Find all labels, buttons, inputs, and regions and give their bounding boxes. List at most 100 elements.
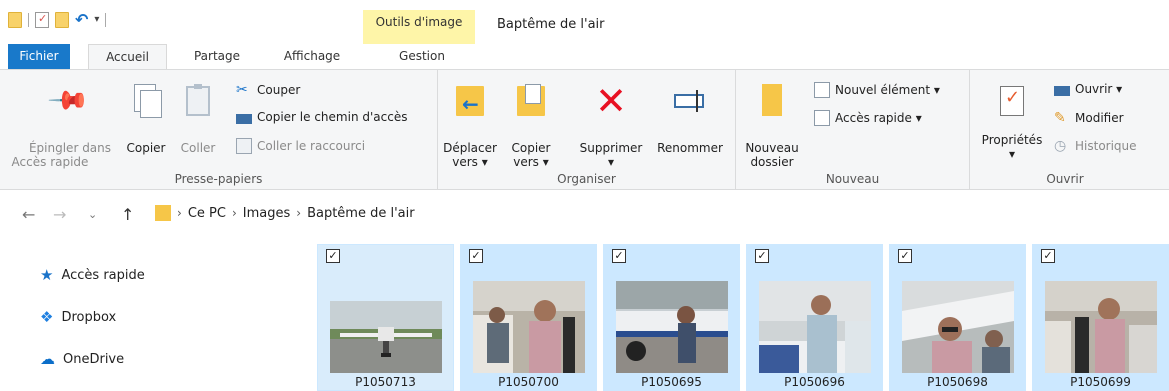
separator bbox=[105, 12, 107, 27]
tab-gestion[interactable]: Gestion bbox=[385, 44, 459, 70]
selection-checkbox[interactable]: ✓ bbox=[326, 249, 340, 263]
star-icon: ★ bbox=[40, 266, 54, 284]
move-to-button[interactable]: ← Déplacer vers ▾ bbox=[442, 84, 498, 169]
delete-button[interactable]: ✕ Supprimer ▾ bbox=[572, 82, 650, 169]
new-item-label: Nouvel élément ▾ bbox=[835, 83, 940, 97]
group-organize: ← Déplacer vers ▾ Copier vers ▾ ✕ Suppri… bbox=[438, 70, 736, 189]
cut-button[interactable]: ✂ Couper bbox=[236, 82, 300, 98]
paste-shortcut-button[interactable]: Coller le raccourci bbox=[236, 138, 365, 154]
properties-check-icon bbox=[996, 84, 1028, 118]
paste-label: Coller bbox=[180, 141, 216, 155]
group-label-open: Ouvrir bbox=[1046, 172, 1084, 186]
dropbox-icon: ❖ bbox=[40, 308, 54, 326]
selection-checkbox[interactable]: ✓ bbox=[469, 249, 483, 263]
file-tile[interactable]: ✓ P1050698 bbox=[889, 244, 1026, 391]
pin-icon: 📌 bbox=[46, 79, 91, 124]
file-name: P1050698 bbox=[927, 375, 988, 389]
nav-item-label: Dropbox bbox=[61, 309, 117, 325]
easy-access-button[interactable]: Accès rapide ▾ bbox=[814, 110, 922, 126]
selection-checkbox[interactable]: ✓ bbox=[612, 249, 626, 263]
image-thumbnail bbox=[330, 301, 442, 373]
file-name: P1050695 bbox=[641, 375, 702, 389]
image-thumbnail bbox=[473, 281, 585, 373]
tab-fichier[interactable]: Fichier bbox=[8, 44, 70, 70]
copy-button[interactable]: Copier bbox=[124, 84, 168, 155]
nav-item-quick-access[interactable]: ★ Accès rapide bbox=[40, 266, 145, 284]
folder-icon[interactable] bbox=[8, 11, 22, 28]
pin-label-line1: Épingler dans bbox=[28, 141, 112, 155]
paste-shortcut-label: Coller le raccourci bbox=[257, 139, 366, 153]
separator bbox=[28, 12, 29, 27]
chevron-right-icon[interactable]: › bbox=[177, 206, 182, 220]
easy-access-label: Accès rapide ▾ bbox=[835, 111, 922, 125]
address-bar[interactable]: › Ce PC › Images › Baptême de l'air bbox=[155, 200, 1169, 226]
new-folder-label-line1: Nouveau bbox=[745, 141, 799, 155]
file-tile[interactable]: ✓ P1050695 bbox=[603, 244, 740, 391]
selection-checkbox[interactable]: ✓ bbox=[1041, 249, 1055, 263]
edit-label: Modifier bbox=[1075, 111, 1124, 125]
file-tile[interactable]: ✓ P1050696 bbox=[746, 244, 883, 391]
new-item-button[interactable]: Nouvel élément ▾ bbox=[814, 82, 940, 98]
properties-button[interactable]: Propriétés ▾ bbox=[976, 84, 1048, 161]
copy-label: Copier bbox=[126, 141, 166, 155]
selection-checkbox[interactable]: ✓ bbox=[755, 249, 769, 263]
file-tile[interactable]: ✓ P1050713 bbox=[317, 244, 454, 391]
breadcrumb-images[interactable]: Images bbox=[243, 206, 291, 221]
navigation-pane: ★ Accès rapide ❖ Dropbox ☁ OneDrive bbox=[0, 240, 310, 391]
ribbon: 📌 Épingler dans Accès rapide Copier Coll… bbox=[0, 69, 1169, 190]
title-bar: ↶ ▾ Outils d'image Baptême de l'air bbox=[0, 0, 1169, 44]
pin-label-line2: Accès rapide bbox=[11, 155, 89, 169]
group-open: Propriétés ▾ Ouvrir ▾ ✎ Modifier ◷ Histo… bbox=[970, 70, 1160, 189]
delete-dropdown-arrow[interactable]: ▾ bbox=[572, 155, 650, 169]
move-to-label-line1: Déplacer bbox=[443, 141, 497, 155]
ribbon-tabs: Fichier Accueil Partage Affichage Gestio… bbox=[0, 42, 1169, 72]
tab-accueil[interactable]: Accueil bbox=[88, 44, 167, 72]
file-tile[interactable]: ✓ P1050699 bbox=[1032, 244, 1169, 391]
breadcrumb-bapteme[interactable]: Baptême de l'air bbox=[307, 206, 415, 221]
tab-partage[interactable]: Partage bbox=[187, 44, 247, 70]
selection-checkbox[interactable]: ✓ bbox=[898, 249, 912, 263]
new-item-icon bbox=[814, 82, 830, 98]
folder-icon bbox=[155, 205, 171, 221]
paste-button[interactable]: Coller bbox=[176, 84, 220, 155]
file-tile[interactable]: ✓ P1050700 bbox=[460, 244, 597, 391]
edit-button[interactable]: ✎ Modifier bbox=[1054, 110, 1124, 126]
new-folder-icon[interactable] bbox=[55, 11, 69, 28]
nav-item-label: Accès rapide bbox=[61, 267, 145, 283]
cut-label: Couper bbox=[257, 83, 301, 97]
properties-icon[interactable] bbox=[35, 11, 49, 28]
open-label: Ouvrir ▾ bbox=[1075, 82, 1123, 96]
chevron-right-icon[interactable]: › bbox=[296, 206, 301, 220]
forward-arrow-icon[interactable]: → bbox=[53, 205, 66, 224]
quick-access-toolbar: ↶ ▾ bbox=[8, 10, 107, 29]
recent-locations-chevron-icon[interactable]: ⌄ bbox=[88, 208, 97, 221]
copy-to-button[interactable]: Copier vers ▾ bbox=[506, 84, 556, 169]
history-button[interactable]: ◷ Historique bbox=[1054, 138, 1137, 154]
copy-icon bbox=[130, 84, 162, 118]
chevron-right-icon[interactable]: › bbox=[232, 206, 237, 220]
file-name: P1050699 bbox=[1070, 375, 1131, 389]
group-label-new: Nouveau bbox=[825, 172, 880, 186]
rename-button[interactable]: Renommer bbox=[652, 84, 728, 155]
image-thumbnail bbox=[616, 281, 728, 373]
image-thumbnail bbox=[759, 281, 871, 373]
new-folder-button[interactable]: Nouveau dossier bbox=[742, 84, 802, 169]
group-clipboard: 📌 Épingler dans Accès rapide Copier Coll… bbox=[0, 70, 438, 189]
back-arrow-icon[interactable]: ← bbox=[22, 205, 35, 224]
pin-quick-access-button[interactable]: 📌 Épingler dans Accès rapide bbox=[12, 79, 116, 169]
cloud-icon: ☁ bbox=[40, 350, 55, 368]
up-arrow-icon[interactable]: ↑ bbox=[121, 205, 134, 224]
undo-icon[interactable]: ↶ bbox=[75, 10, 88, 29]
group-new: Nouveau dossier Nouvel élément ▾ Accès r… bbox=[736, 70, 970, 189]
nav-item-dropbox[interactable]: ❖ Dropbox bbox=[40, 308, 116, 326]
properties-dropdown-arrow[interactable]: ▾ bbox=[976, 147, 1048, 161]
customize-toolbar-icon[interactable]: ▾ bbox=[94, 14, 99, 25]
nav-item-onedrive[interactable]: ☁ OneDrive bbox=[40, 350, 124, 368]
copy-path-button[interactable]: Copier le chemin d'accès bbox=[236, 110, 407, 124]
group-label-organize: Organiser bbox=[557, 172, 616, 186]
breadcrumb-ce-pc[interactable]: Ce PC bbox=[188, 206, 226, 221]
open-button[interactable]: Ouvrir ▾ bbox=[1054, 82, 1122, 96]
history-label: Historique bbox=[1075, 139, 1137, 153]
tab-affichage[interactable]: Affichage bbox=[276, 44, 348, 70]
nav-item-label: OneDrive bbox=[63, 351, 125, 367]
